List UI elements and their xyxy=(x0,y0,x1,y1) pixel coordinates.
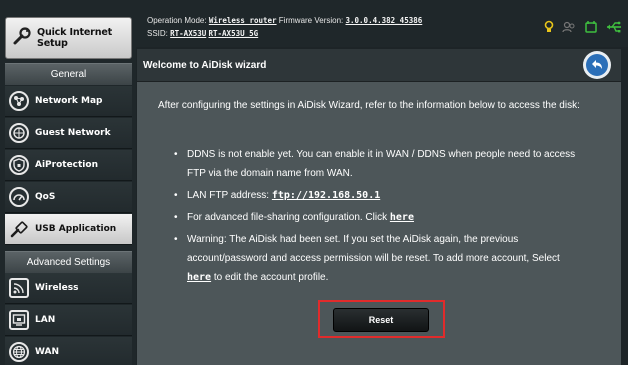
sidebar-item-label: WAN xyxy=(35,347,60,357)
status-icons xyxy=(544,20,622,39)
sidebar-item-network-map[interactable]: Network Map xyxy=(5,86,132,117)
panel-header: Welcome to AiDisk wizard xyxy=(137,49,621,82)
sidebar-item-wan[interactable]: WAN xyxy=(5,337,132,365)
wan-icon xyxy=(9,342,29,362)
sidebar-item-label: LAN xyxy=(35,315,56,325)
warning-item: Warning: The AiDisk had been set. If you… xyxy=(174,230,594,287)
sidebar-item-qos[interactable]: QoS xyxy=(5,182,132,213)
lan-icon xyxy=(9,310,29,330)
reset-button[interactable]: Reset xyxy=(333,308,429,332)
ssid-5g-link[interactable]: RT-AX53U_5G xyxy=(209,29,259,38)
sidebar: Quick Internet Setup General Network Map… xyxy=(0,0,136,365)
sidebar-item-usb-application[interactable]: USB Application xyxy=(5,214,132,245)
firmware-version-link[interactable]: 3.0.0.4.382_45386 xyxy=(346,16,423,25)
network-map-icon xyxy=(9,91,29,111)
usb-application-icon xyxy=(9,219,29,239)
operation-mode-link[interactable]: Wireless router xyxy=(209,16,277,25)
page-title: Welcome to AiDisk wizard xyxy=(143,60,267,71)
advanced-config-text: For advanced file-sharing configuration.… xyxy=(187,212,388,223)
sidebar-item-label: Network Map xyxy=(35,96,103,106)
quick-setup-wrench-icon xyxy=(12,26,32,51)
sidebar-item-label: Wireless xyxy=(35,283,79,293)
advanced-config-here-link[interactable]: here xyxy=(390,212,414,223)
app-status-icon[interactable] xyxy=(584,20,598,39)
quick-internet-setup-button[interactable]: Quick Internet Setup xyxy=(5,17,132,59)
ssid-line: SSID: RT-AX53U RT-AX53U_5G xyxy=(147,29,258,38)
sidebar-item-label: AiProtection xyxy=(35,160,98,170)
ddns-text: DDNS is not enable yet. You can enable i… xyxy=(187,149,576,179)
ddns-info-item: DDNS is not enable yet. You can enable i… xyxy=(174,145,594,183)
sidebar-item-wireless[interactable]: Wireless xyxy=(5,273,132,304)
ftp-address-link[interactable]: ftp://192.168.50.1 xyxy=(272,190,380,201)
ssid-2g-link[interactable]: RT-AX53U xyxy=(170,29,206,38)
quick-internet-setup-label: Quick Internet Setup xyxy=(37,27,113,49)
firmware-label: Firmware Version: xyxy=(278,16,344,25)
qos-icon xyxy=(9,187,29,207)
account-profile-here-link[interactable]: here xyxy=(187,272,211,283)
operation-mode-label: Operation Mode: xyxy=(147,16,207,25)
aiprotection-icon xyxy=(9,155,29,175)
ssid-label: SSID: xyxy=(147,29,168,38)
sidebar-item-label: USB Application xyxy=(35,224,117,234)
top-status-bar: Operation Mode: Wireless router Firmware… xyxy=(136,0,628,47)
sidebar-item-aiprotection[interactable]: AiProtection xyxy=(5,150,132,181)
info-list: DDNS is not enable yet. You can enable i… xyxy=(174,145,594,290)
sidebar-item-label: Guest Network xyxy=(35,128,111,138)
wireless-icon xyxy=(9,278,29,298)
operation-mode-line: Operation Mode: Wireless router Firmware… xyxy=(147,16,422,25)
sidebar-item-lan[interactable]: LAN xyxy=(5,305,132,336)
warning-text: Warning: The AiDisk had been set. If you… xyxy=(187,234,560,264)
sidebar-item-guest-network[interactable]: Guest Network xyxy=(5,118,132,149)
clients-icon[interactable] xyxy=(562,20,576,39)
sidebar-item-label: QoS xyxy=(35,192,56,202)
guest-network-icon xyxy=(9,123,29,143)
advanced-config-item: For advanced file-sharing configuration.… xyxy=(174,208,594,227)
usb-status-icon[interactable] xyxy=(606,20,622,39)
reset-highlight-box: Reset xyxy=(318,300,445,338)
advanced-settings-section-header: Advanced Settings xyxy=(5,251,132,273)
back-arrow-icon xyxy=(586,54,608,76)
intro-text: After configuring the settings in AiDisk… xyxy=(158,100,580,111)
notification-bulb-icon[interactable] xyxy=(544,20,554,39)
aidisk-wizard-panel: Welcome to AiDisk wizard After configuri… xyxy=(137,49,621,365)
general-section-header: General xyxy=(5,63,132,85)
back-button[interactable] xyxy=(583,51,611,79)
ftp-label: LAN FTP address: xyxy=(187,190,270,201)
ftp-address-item: LAN FTP address: ftp://192.168.50.1 xyxy=(174,186,594,205)
warning-tail-text: to edit the account profile. xyxy=(213,272,329,283)
